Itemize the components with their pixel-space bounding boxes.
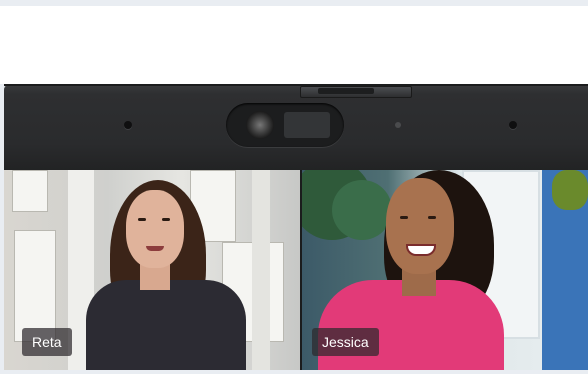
camera-indicator-light <box>395 122 401 128</box>
top-strip <box>0 0 588 6</box>
background-pillar <box>252 170 270 370</box>
participant-name-tag: Jessica <box>312 328 379 356</box>
participant-eye <box>162 218 170 221</box>
participant-eye <box>400 216 408 219</box>
participant-mouth <box>146 246 164 251</box>
participant-name-tag: Reta <box>22 328 72 356</box>
page-background <box>0 0 588 84</box>
participant-body <box>86 280 246 370</box>
background-window <box>14 230 56 342</box>
background-plant <box>332 180 392 240</box>
participant-face <box>126 190 184 268</box>
ir-sensor <box>284 112 330 138</box>
background-window <box>12 170 48 212</box>
participant-face <box>386 178 454 274</box>
shutter-knob[interactable] <box>318 88 374 94</box>
bezel-edge <box>4 84 588 86</box>
mic-icon <box>124 121 132 129</box>
bottom-edge <box>4 370 588 374</box>
video-tile-jessica[interactable]: Jessica <box>302 170 588 370</box>
participant-smile <box>406 244 436 256</box>
video-call-screen: Reta Jessica <box>4 170 588 374</box>
participant-eye <box>428 216 436 219</box>
mic-icon <box>509 121 517 129</box>
background-plant <box>552 170 588 210</box>
participant-eye <box>138 218 146 221</box>
video-tile-reta[interactable]: Reta <box>4 170 300 370</box>
webcam-icon <box>246 111 274 139</box>
